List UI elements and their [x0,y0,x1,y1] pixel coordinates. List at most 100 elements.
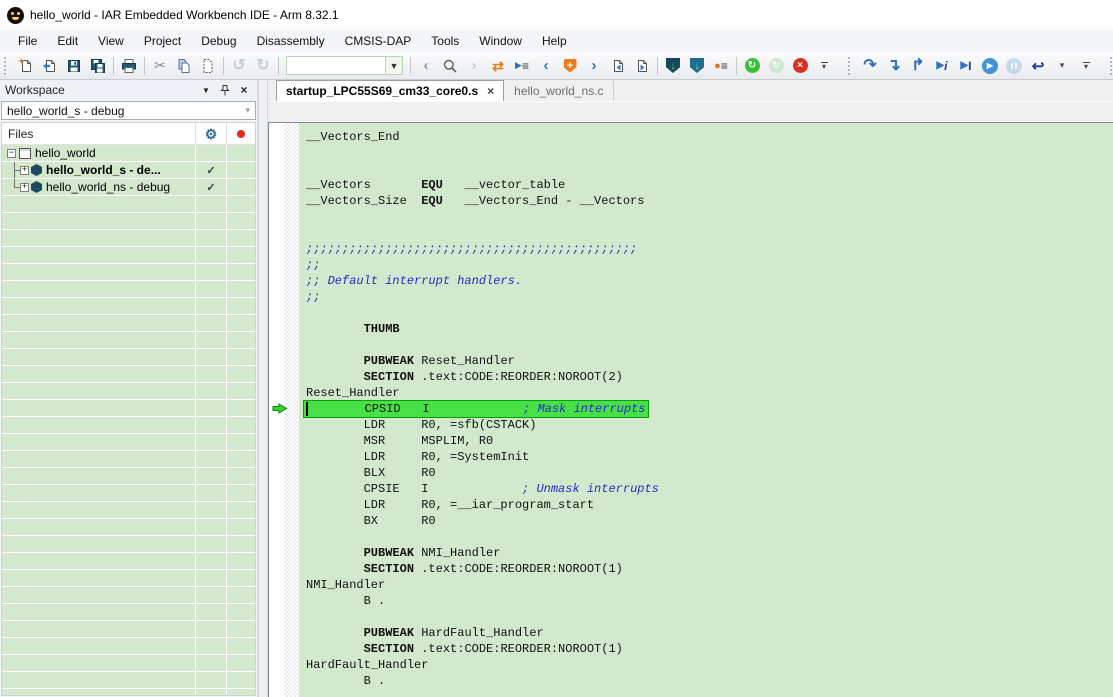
separator [278,57,279,75]
previous-document-button[interactable] [606,54,630,78]
breakpoint-cell [226,179,255,195]
breakpoint-cell [226,434,255,450]
toolbar-grip[interactable] [848,57,854,75]
menu-item-help[interactable]: Help [532,31,577,51]
separator [736,57,737,75]
copy-button[interactable] [172,54,196,78]
collapse-icon[interactable]: − [7,149,16,158]
tab-label: hello_world_ns.c [514,84,603,98]
workspace-icon [19,148,31,159]
next-bookmark-button[interactable]: › [582,54,606,78]
cstat-clear-button[interactable]: ↻ [764,54,788,78]
editor-tab-hello-world-ns-c[interactable]: hello_world_ns.c [504,80,613,101]
save-all-button[interactable] [86,54,110,78]
save-button[interactable] [62,54,86,78]
toggle-navigation-button[interactable]: ⇄ [486,54,510,78]
combo-dropdown-button[interactable]: ▼ [386,56,403,75]
navigate-backward-button[interactable]: ‹ [414,54,438,78]
quick-search-combobox[interactable]: ▼ [286,56,403,75]
go-to-function-button[interactable]: ▶≡ [510,54,534,78]
quick-search-field[interactable] [286,56,386,75]
toggle-bookmark-button[interactable]: + [558,54,582,78]
paste-button[interactable] [196,54,220,78]
tree-row-empty [2,485,255,502]
cstat-analyze-button[interactable]: ↻ [740,54,764,78]
tree-row-empty [2,570,255,587]
tree-row-hello-world-ns-debug[interactable]: +hello_world_ns - debug✓ [2,179,255,196]
tree-row-hello-world[interactable]: −hello_world [2,145,255,162]
editor-tab-startup-lpc55s69-cm33-core0-s[interactable]: startup_LPC55S69_cm33_core0.s × [276,80,504,101]
debug-without-downloading-button[interactable]: ↓ [685,54,709,78]
code-line [306,161,1113,177]
toolbar-overflow-button[interactable]: ▾ [812,54,836,78]
tab-label: startup_LPC55S69_cm33_core0.s [286,84,478,98]
next-document-button[interactable] [630,54,654,78]
undo-button[interactable]: ↺ [227,54,251,78]
menu-item-window[interactable]: Window [469,31,532,51]
menu-item-disassembly[interactable]: Disassembly [247,31,335,51]
download-and-debug-button[interactable]: ↓ [661,54,685,78]
tree-row-hello-world-s-de-[interactable]: +hello_world_s - de...✓ [2,162,255,179]
panel-splitter[interactable] [258,80,268,697]
breakpoint-cell [226,655,255,671]
code-line: BLX R0 [306,465,1113,481]
code-line: SECTION .text:CODE:REORDER:NOROOT(1) [306,561,1113,577]
cut-button[interactable]: ✂ [148,54,172,78]
build-check-cell: ✓ [195,162,226,178]
build-check-cell [195,621,226,637]
panel-menu-chevron-icon[interactable]: ▼ [198,83,214,97]
breakpoint-cell [226,553,255,569]
toolbar-grip[interactable] [4,57,10,75]
open-file-button[interactable] [38,54,62,78]
build-check-cell [195,638,226,654]
reset-button[interactable]: ↷ [858,54,882,78]
print-button[interactable] [117,54,141,78]
debug-dropdown-button[interactable]: ▾ [1050,54,1074,78]
menu-item-debug[interactable]: Debug [191,31,246,51]
previous-bookmark-button[interactable]: ‹ [534,54,558,78]
run-to-cursor-button[interactable]: ▶I [954,54,978,78]
code-editor[interactable]: __Vectors_End__Vectors EQU __vector_tabl… [299,123,1113,697]
next-statement-button[interactable]: ▶i [930,54,954,78]
menu-item-edit[interactable]: Edit [47,31,88,51]
current-pc-arrow-icon [272,403,288,414]
navigate-forward-button[interactable]: › [462,54,486,78]
step-into-button[interactable]: ↱ [906,54,930,78]
build-check-cell [195,264,226,280]
tree-row-empty [2,332,255,349]
tree-row-empty [2,638,255,655]
breakpoint-gutter[interactable] [269,123,299,697]
breakpoints-button[interactable]: ●≡ [709,54,733,78]
close-icon[interactable]: × [236,83,252,97]
find-button[interactable] [438,54,462,78]
break-button[interactable] [1002,54,1026,78]
menu-item-cmsis-dap[interactable]: CMSIS-DAP [335,31,422,51]
menu-item-file[interactable]: File [8,31,47,51]
chevron-down-icon: ▾ [245,105,250,116]
go-button[interactable]: ▶ [978,54,1002,78]
build-check-cell [195,451,226,467]
project-icon [31,164,42,176]
tab-close-icon[interactable]: × [487,85,494,97]
stop-debugging-button[interactable]: ↩ [1026,54,1050,78]
pin-icon[interactable] [217,83,233,97]
menu-item-project[interactable]: Project [134,31,191,51]
configuration-selector[interactable]: hello_world_s - debug ▾ [1,101,256,120]
build-check-cell [195,145,226,161]
menu-item-view[interactable]: View [88,31,134,51]
step-over-button[interactable]: ↴ [882,54,906,78]
expand-icon[interactable]: + [20,166,29,175]
new-file-button[interactable] [14,54,38,78]
menu-item-tools[interactable]: Tools [421,31,469,51]
editor-tab-bar: startup_LPC55S69_cm33_core0.s × hello_worl… [268,80,1113,102]
build-check-cell [195,417,226,433]
breakpoint-cell [226,502,255,518]
redo-button[interactable]: ↻ [251,54,275,78]
toolbar-overflow-button[interactable]: ▾ [1074,54,1098,78]
tree-connector [10,162,20,178]
tree-row-empty [2,519,255,536]
stop-build-button[interactable]: × [788,54,812,78]
expand-icon[interactable]: + [20,183,29,192]
breakpoint-cell [226,468,255,484]
code-line [306,225,1113,241]
